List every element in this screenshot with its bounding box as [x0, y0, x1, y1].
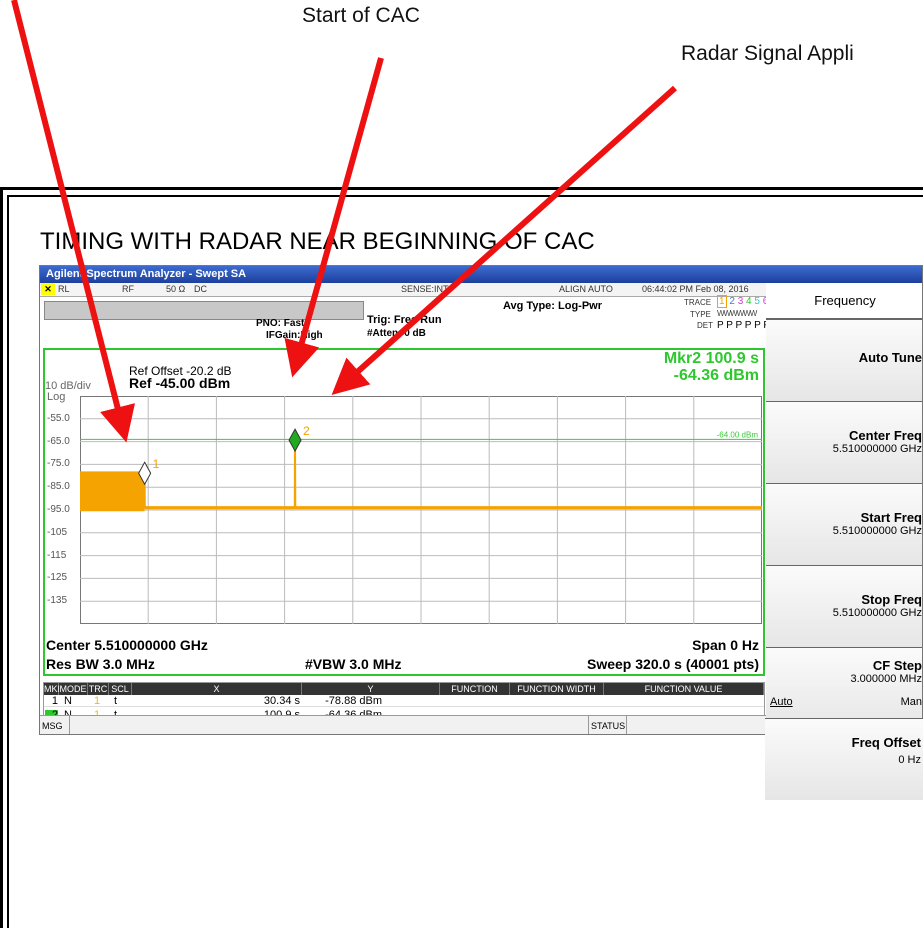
- arrow-to-radar-start: [11, 0, 136, 443]
- arrow-to-radar-signal: [331, 85, 677, 395]
- annotation-arrows: [11, 0, 677, 443]
- arrow-to-start-cac: [284, 57, 384, 378]
